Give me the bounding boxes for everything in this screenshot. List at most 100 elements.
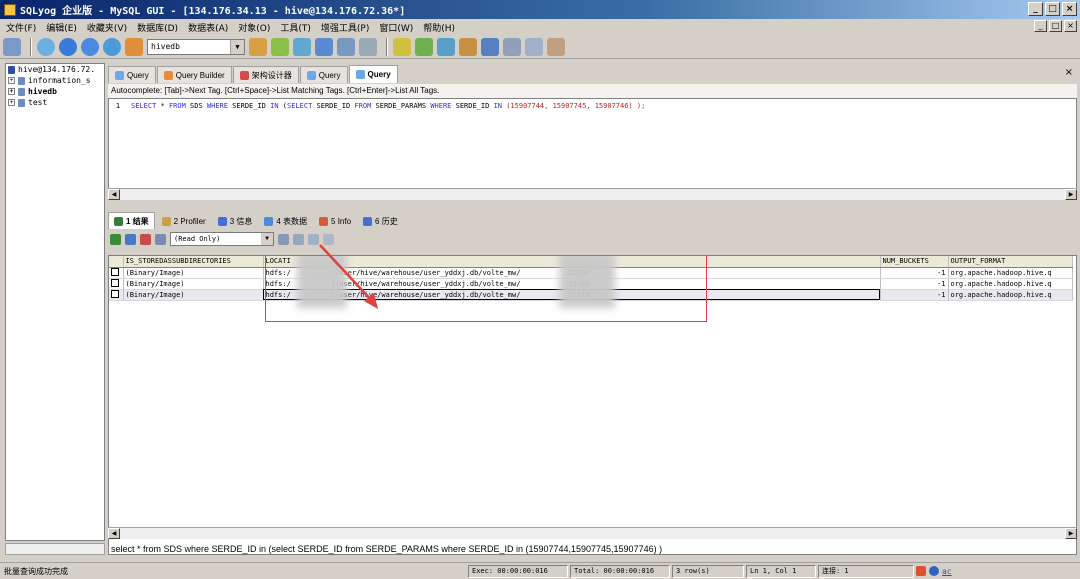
schema-icon[interactable] <box>393 37 411 56</box>
table-cell[interactable]: org.apache.hadoop.hive.q <box>948 267 1073 279</box>
menu-table[interactable]: 数据表(A) <box>188 21 228 34</box>
table-cell[interactable]: -1 <box>880 278 949 290</box>
tree-item-connection[interactable]: hive@134.176.72. <box>6 64 104 75</box>
menu-file[interactable]: 文件(F) <box>6 21 36 34</box>
tab-query-1[interactable]: Query <box>108 66 156 83</box>
connect-icon[interactable] <box>3 37 21 56</box>
menu-objects[interactable]: 对象(O) <box>238 21 270 34</box>
chevron-down-icon[interactable]: ▼ <box>261 233 273 245</box>
row-checkbox[interactable] <box>111 267 119 276</box>
result-grid[interactable]: IS_STOREDASSUBDIRECTORIES LOCATI NUM_BUC… <box>108 255 1077 555</box>
tab-result[interactable]: 1 结果 <box>108 212 155 229</box>
menu-database[interactable]: 数据库(D) <box>137 21 178 34</box>
menu-window[interactable]: 窗口(W) <box>379 21 413 34</box>
row-checkbox-cell[interactable] <box>109 278 124 290</box>
table-cell[interactable]: (Binary/Image) <box>123 289 264 301</box>
result-mode-select[interactable]: (Read Only) ▼ <box>170 232 274 246</box>
table-cell[interactable]: org.apache.hadoop.hive.q <box>948 278 1073 290</box>
database-select-value: hivedb <box>151 42 180 51</box>
column-header[interactable]: OUTPUT_FORMAT <box>948 256 1073 268</box>
tree-item-label: information_s <box>28 76 91 85</box>
tab-query-active[interactable]: Query <box>348 65 398 83</box>
help-icon[interactable] <box>929 566 939 576</box>
expand-icon[interactable]: + <box>8 77 15 84</box>
menu-edit[interactable]: 编辑(E) <box>46 21 77 34</box>
row-checkbox[interactable] <box>111 289 119 298</box>
row-checkbox[interactable] <box>111 278 119 287</box>
table-icon[interactable] <box>359 37 377 56</box>
tab-schema-designer[interactable]: 架构设计器 <box>232 66 299 83</box>
sidebar-scrollbar[interactable] <box>5 543 105 555</box>
save-grid-icon[interactable] <box>155 233 166 245</box>
copy-database-icon[interactable] <box>271 37 289 56</box>
expand-icon[interactable]: + <box>8 88 15 95</box>
menu-help[interactable]: 帮助(H) <box>423 21 455 34</box>
grid-hscrollbar[interactable]: ◀ ▶ <box>108 527 1077 539</box>
table-cell[interactable]: -1 <box>880 267 949 279</box>
table-cell[interactable]: -1 <box>880 289 949 301</box>
row-checkbox-cell[interactable] <box>109 267 124 279</box>
sql-text: SDS <box>185 102 207 110</box>
menu-tools[interactable]: 工具(T) <box>280 21 311 34</box>
tree-item-information-schema[interactable]: + information_s <box>6 75 104 86</box>
sql-text: SERDE_ID <box>227 102 271 110</box>
format-icon[interactable] <box>547 37 565 56</box>
minimize-button[interactable]: _ <box>1028 2 1043 16</box>
scroll-right-icon[interactable]: ▶ <box>1065 528 1077 539</box>
text-view-icon[interactable] <box>293 233 304 245</box>
close-tab-icon[interactable]: × <box>1065 67 1073 78</box>
menu-favorites[interactable]: 收藏夹(V) <box>87 21 127 34</box>
expand-icon[interactable]: + <box>8 99 15 106</box>
mdi-minimize-button[interactable]: _ <box>1034 20 1047 32</box>
alert-icon[interactable] <box>916 566 926 576</box>
tab-query-builder[interactable]: Query Builder <box>156 66 232 83</box>
refresh-icon[interactable] <box>103 37 121 56</box>
notification-icon[interactable] <box>503 37 521 56</box>
table-cell[interactable]: org.apache.hadoop.hive.q <box>948 289 1073 301</box>
backup-icon[interactable] <box>249 37 267 56</box>
form-view-icon[interactable] <box>278 233 289 245</box>
data-sync-icon[interactable] <box>437 37 455 56</box>
tab-table-data[interactable]: 4 表数据 <box>259 214 312 229</box>
copy-grid-icon[interactable] <box>125 233 136 245</box>
migration-icon[interactable] <box>481 37 499 56</box>
import-icon[interactable] <box>315 37 333 56</box>
tab-messages[interactable]: 3 信息 <box>213 214 258 229</box>
database-select[interactable]: hivedb ▼ <box>147 38 245 55</box>
mdi-close-button[interactable]: × <box>1064 20 1077 32</box>
table-cell[interactable]: (Binary/Image) <box>123 278 264 290</box>
export-grid-icon[interactable] <box>110 233 121 245</box>
sql-code[interactable]: SELECT * FROM SDS WHERE SERDE_ID IN (SEL… <box>131 102 645 110</box>
column-header[interactable]: IS_STOREDASSUBDIRECTORIES <box>123 256 264 268</box>
tab-profiler[interactable]: 2 Profiler <box>157 214 211 229</box>
report-icon[interactable] <box>525 37 543 56</box>
object-browser[interactable]: hive@134.176.72. + information_s + hived… <box>5 63 105 541</box>
tree-item-hivedb[interactable]: + hivedb <box>6 86 104 97</box>
scroll-left-icon[interactable]: ◀ <box>108 528 120 539</box>
tab-query-2[interactable]: Query <box>299 66 348 83</box>
scheduler-icon[interactable] <box>459 37 477 56</box>
row-checkbox-cell[interactable] <box>109 289 124 301</box>
table-cell[interactable]: (Binary/Image) <box>123 267 264 279</box>
tab-info[interactable]: 5 Info <box>314 214 356 229</box>
sync-icon[interactable] <box>293 37 311 56</box>
scroll-right-icon[interactable]: ▶ <box>1065 189 1077 200</box>
sql-editor[interactable]: 1 SELECT * FROM SDS WHERE SERDE_ID IN (S… <box>108 98 1077 200</box>
tab-history[interactable]: 6 历史 <box>358 214 403 229</box>
column-header[interactable]: NUM_BUCKETS <box>880 256 949 268</box>
execute-icon[interactable] <box>37 37 55 56</box>
mdi-restore-button[interactable]: □ <box>1049 20 1062 32</box>
delete-row-icon[interactable] <box>140 233 151 245</box>
tree-item-test[interactable]: + test <box>6 97 104 108</box>
chevron-down-icon[interactable]: ▼ <box>230 39 244 54</box>
close-button[interactable]: × <box>1062 2 1077 16</box>
export-icon[interactable] <box>337 37 355 56</box>
execute-all-icon[interactable] <box>59 37 77 56</box>
stop-icon[interactable] <box>81 37 99 56</box>
editor-hscrollbar[interactable]: ◀ ▶ <box>108 188 1077 200</box>
favorite-icon[interactable] <box>125 37 143 56</box>
query-builder-icon[interactable] <box>415 37 433 56</box>
menu-powertools[interactable]: 增强工具(P) <box>321 21 369 34</box>
maximize-button[interactable]: □ <box>1045 2 1060 16</box>
scroll-left-icon[interactable]: ◀ <box>108 189 120 200</box>
